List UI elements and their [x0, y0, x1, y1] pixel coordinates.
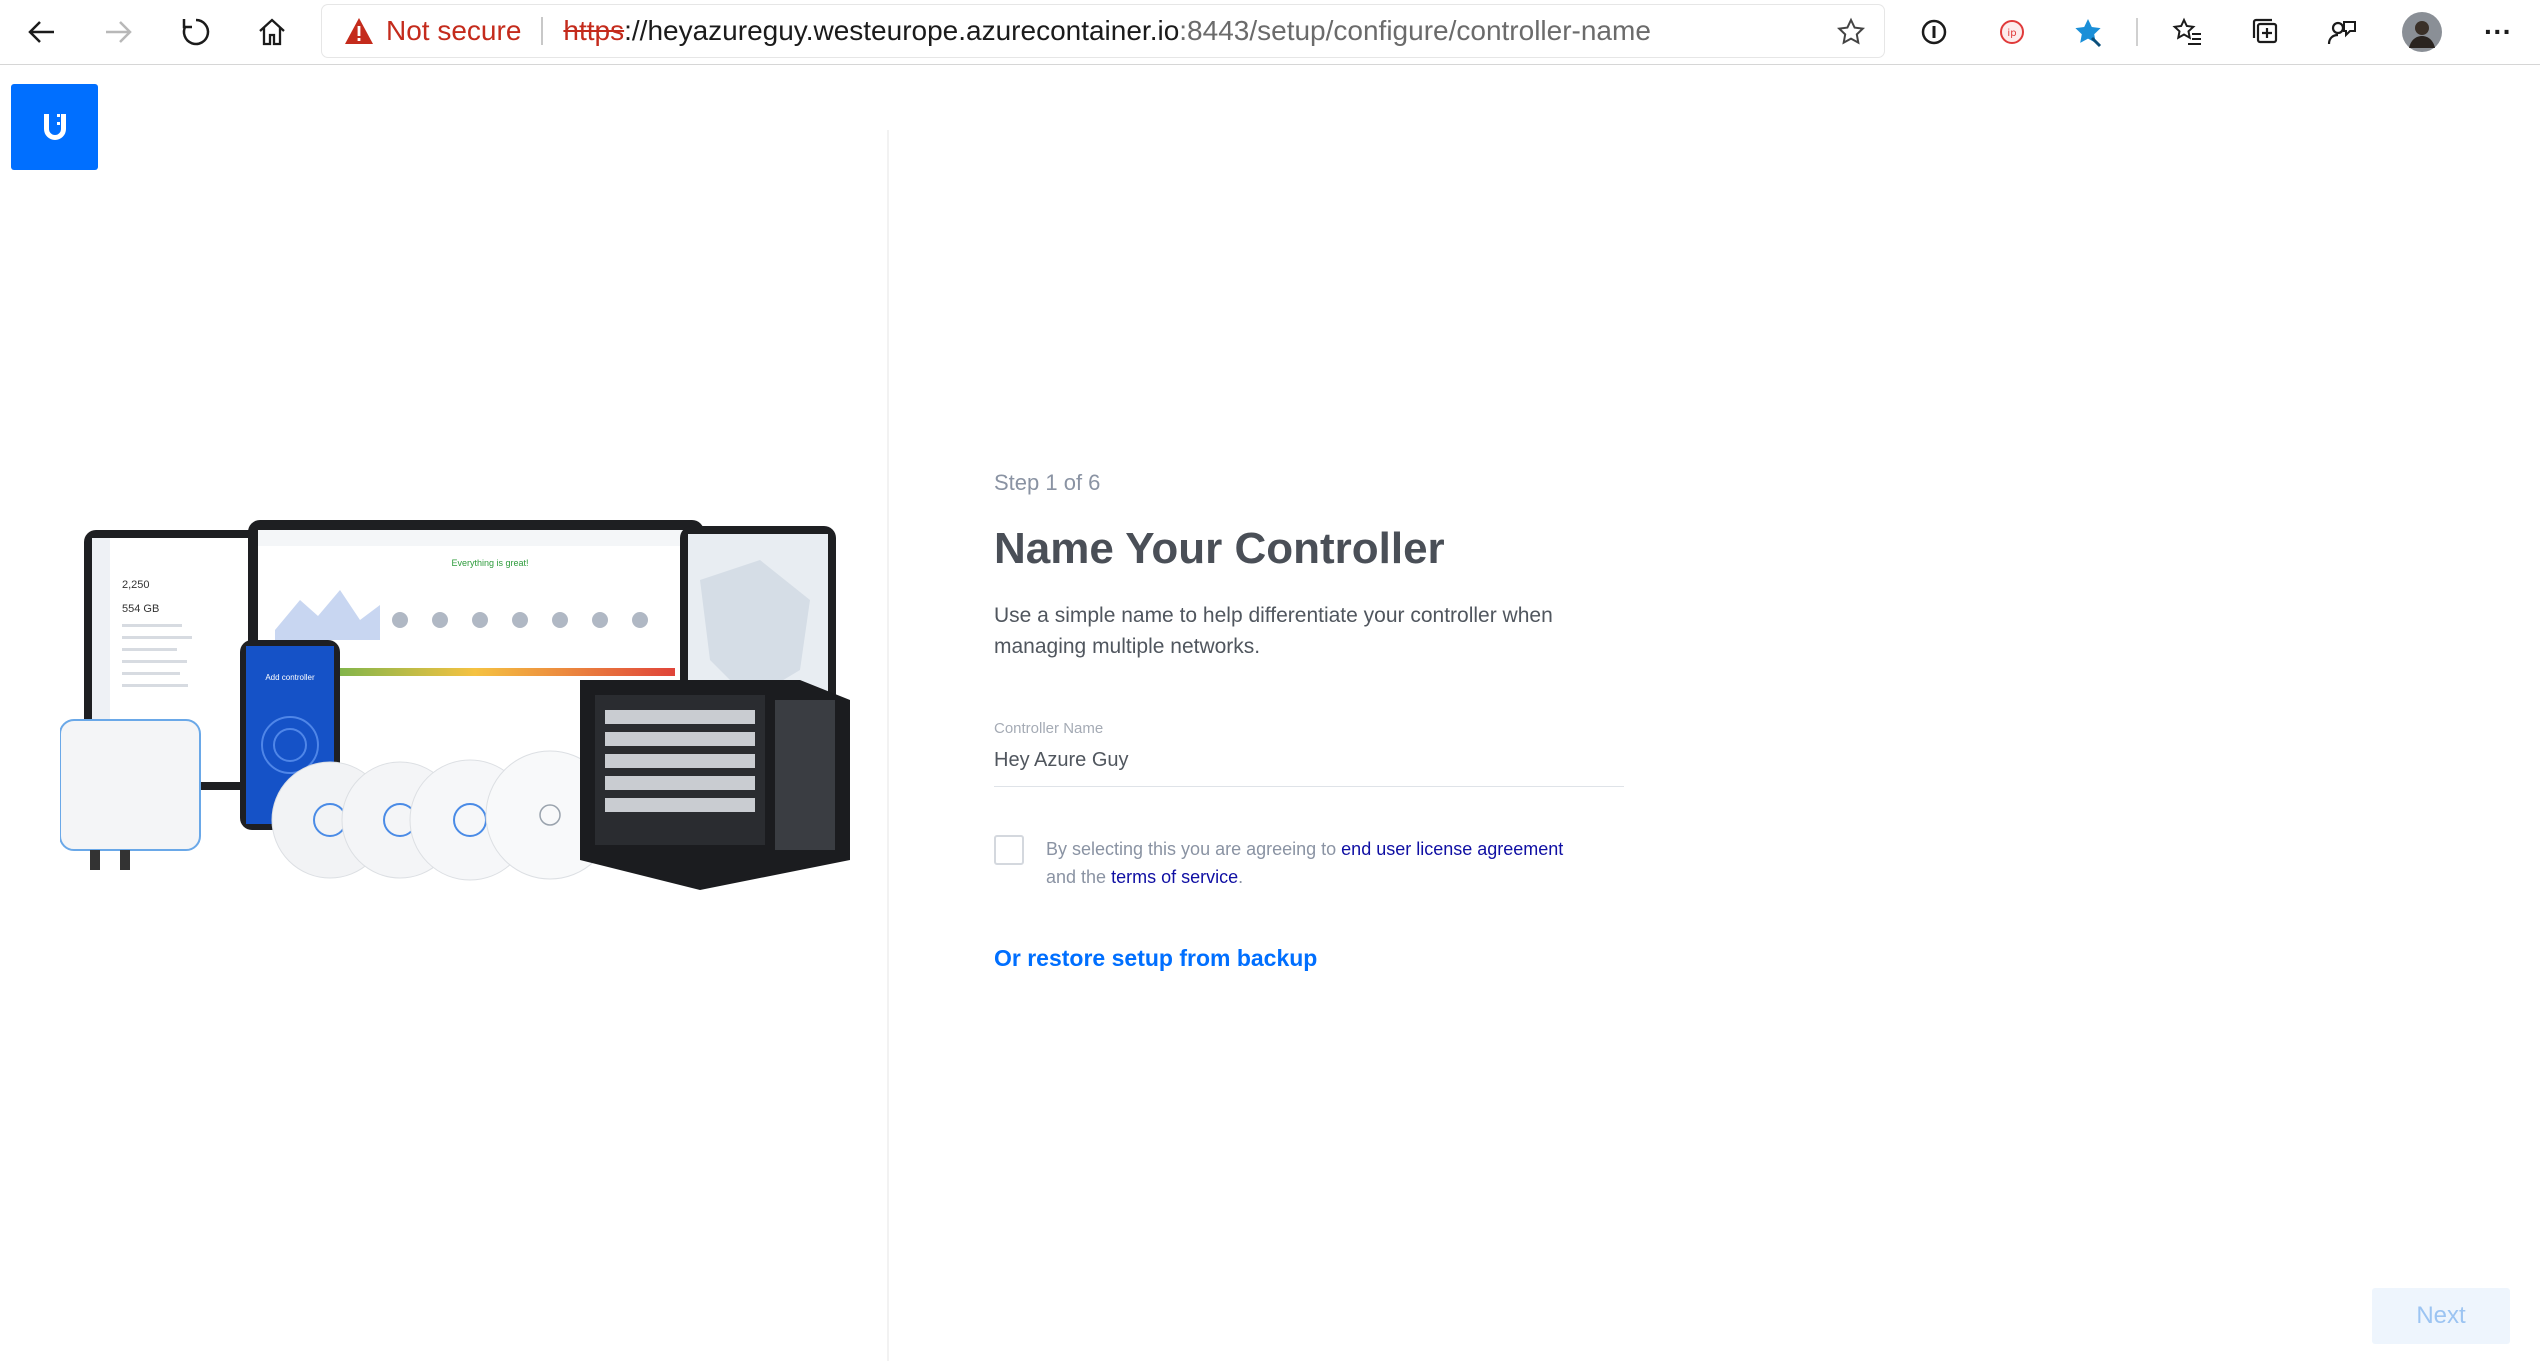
svg-text:ip: ip: [2007, 28, 2016, 39]
more-menu-icon[interactable]: ···: [2478, 12, 2518, 52]
agreement-middle: and the: [1046, 867, 1112, 887]
security-status[interactable]: Not secure: [386, 15, 521, 47]
forward-icon[interactable]: [98, 12, 138, 52]
toolbar-divider: [2136, 18, 2138, 46]
restore-backup-link[interactable]: Or restore setup from backup: [994, 945, 1317, 972]
back-icon[interactable]: [22, 12, 62, 52]
license-agreement: By selecting this you are agreeing to en…: [994, 835, 1634, 891]
agreement-prefix: By selecting this you are agreeing to: [1046, 839, 1342, 859]
collections-star-icon[interactable]: [2068, 12, 2108, 52]
panel-divider: [887, 130, 889, 1361]
next-button[interactable]: Next: [2372, 1288, 2510, 1344]
controller-name-input[interactable]: [994, 745, 1624, 787]
favorite-star-icon[interactable]: [1836, 17, 1866, 52]
url-host: heyazureguy.westeurope.azurecontainer.io: [647, 15, 1180, 46]
profile-avatar[interactable]: [2402, 12, 2442, 52]
home-icon[interactable]: [252, 12, 292, 52]
tablet-value-2: 554 GB: [122, 603, 159, 615]
extension-icon[interactable]: ip: [1992, 12, 2032, 52]
warning-icon[interactable]: [344, 17, 374, 45]
agreement-suffix: .: [1238, 867, 1244, 887]
product-hero-image: 2,250 554 GB Everything is great! Add co…: [59, 520, 860, 900]
url-text[interactable]: https://heyazureguy.westeurope.azurecont…: [563, 15, 1651, 47]
feedback-icon[interactable]: [2322, 12, 2362, 52]
page-title: Name Your Controller: [994, 524, 1445, 573]
collections-icon[interactable]: [2246, 12, 2286, 52]
favorites-list-icon[interactable]: [2168, 12, 2208, 52]
step-indicator: Step 1 of 6: [994, 470, 1101, 495]
browser-toolbar: Not secure https://heyazureguy.westeurop…: [0, 0, 2540, 65]
eula-link[interactable]: end user license agreement: [1341, 839, 1563, 859]
page-description: Use a simple name to help differentiate …: [994, 604, 1553, 658]
password-manager-icon[interactable]: [1914, 12, 1954, 52]
url-path: :8443/setup/configure/controller-name: [1179, 15, 1651, 46]
address-divider: [541, 17, 544, 45]
address-bar[interactable]: Not secure https://heyazureguy.westeurop…: [322, 5, 1884, 57]
tablet-value-1: 2,250: [122, 579, 150, 591]
agree-checkbox[interactable]: [994, 835, 1024, 865]
phone-title: Add controller: [265, 673, 315, 682]
setup-form: Step 1 of 6 Name Your Controller Use a s…: [994, 470, 1634, 972]
refresh-icon[interactable]: [176, 12, 216, 52]
agreement-text: By selecting this you are agreeing to en…: [1046, 835, 1563, 891]
url-scheme: https: [563, 15, 625, 46]
terms-of-service-link[interactable]: terms of service: [1111, 867, 1238, 887]
ubiquiti-logo[interactable]: [11, 84, 98, 170]
url-separator: ://: [624, 15, 648, 46]
laptop-banner: Everything is great!: [451, 558, 528, 568]
controller-name-label: Controller Name: [994, 720, 1104, 737]
